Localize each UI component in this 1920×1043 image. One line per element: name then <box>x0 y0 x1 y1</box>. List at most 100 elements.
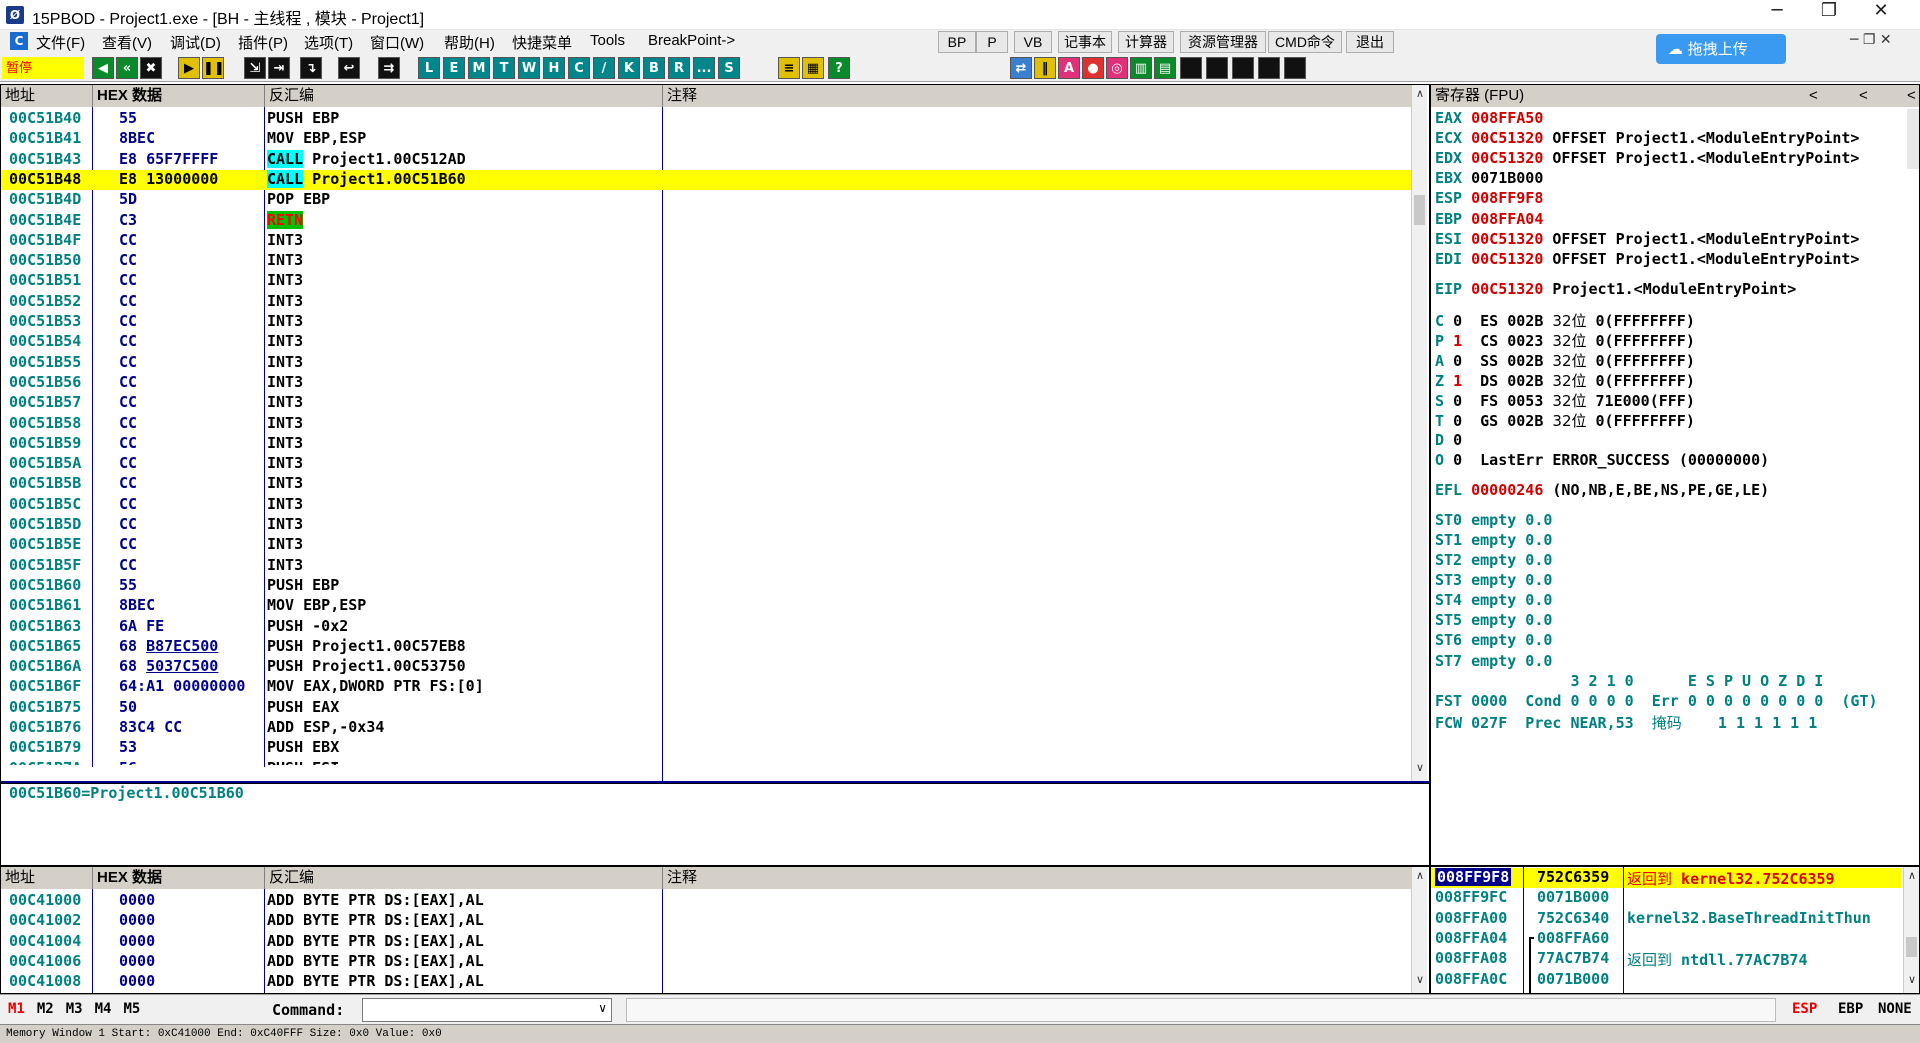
disasm-row[interactable]: 00C51B5A CC INT3 <box>1 454 1411 474</box>
open-icon[interactable]: ◀ <box>92 57 114 79</box>
disasm-row[interactable]: 00C51B75 50 PUSH EAX <box>1 698 1411 718</box>
record-icon[interactable]: ● <box>1082 57 1104 79</box>
execute-till-return-icon[interactable]: ↩ <box>338 57 360 79</box>
references-window-icon[interactable]: R <box>668 57 690 79</box>
disasm-row[interactable]: 00C51B7A 56 PUSH ESI <box>1 759 1411 765</box>
flag-value[interactable]: 1 <box>1453 332 1462 350</box>
p-button[interactable]: P <box>976 31 1008 53</box>
stack-row[interactable]: 008FFA00 752C6340 kernel32.BaseThreadInitT… <box>1431 909 1901 929</box>
stack-row[interactable]: 008FFA0C 0071B000 <box>1431 970 1901 990</box>
register-value[interactable]: 00C51320 <box>1471 230 1543 248</box>
register-line[interactable]: ST6 empty 0.0 <box>1435 631 1552 651</box>
plugin1-icon[interactable]: ▥ <box>1130 57 1152 79</box>
exit-button[interactable]: 退出 <box>1346 31 1394 53</box>
bars-icon[interactable]: ‖ <box>1034 57 1056 79</box>
none-toggle[interactable]: NONE <box>1878 1001 1912 1017</box>
menu-options[interactable]: 选项(T) <box>302 32 355 53</box>
stack-scroll-up-icon[interactable]: ∧ <box>1904 869 1920 885</box>
bp-button[interactable]: BP <box>938 31 976 53</box>
menu-shortcuts[interactable]: 快捷菜单 <box>510 32 574 53</box>
disasm-row[interactable]: 00C51B5C CC INT3 <box>1 495 1411 515</box>
col-comment[interactable]: 注释 <box>663 85 1411 107</box>
scroll-down-icon[interactable]: ∨ <box>1412 761 1428 777</box>
disasm-row[interactable]: 00C51B57 CC INT3 <box>1 393 1411 413</box>
stack-row[interactable]: 008FF9FC 0071B000 <box>1431 888 1901 908</box>
register-line[interactable]: ST5 empty 0.0 <box>1435 611 1552 631</box>
register-line[interactable]: S 0 FS 0053 32位 71E000(FFF) <box>1435 390 1695 410</box>
register-line[interactable]: P 1 CS 0023 32位 0(FFFFFFFF) <box>1435 330 1695 350</box>
stack-scroll-down-icon[interactable]: ∨ <box>1904 973 1920 989</box>
disasm-row[interactable]: 00C51B79 53 PUSH EBX <box>1 738 1411 758</box>
disasm-row[interactable]: 00C51B40 55 PUSH EBP <box>1 109 1411 129</box>
dump-rows[interactable]: 00C41000 0000 ADD BYTE PTR DS:[EAX],AL 00C4… <box>1 891 1411 993</box>
memory-tab[interactable]: M4 <box>95 1001 112 1017</box>
disasm-row[interactable]: 00C51B6F 64:A1 00000000 MOV EAX,DWORD PTR … <box>1 677 1411 697</box>
step-over-icon[interactable]: ⇥ <box>268 57 290 79</box>
grid-icon[interactable]: ▦ <box>802 57 824 79</box>
menu-help[interactable]: 帮助(H) <box>442 32 497 53</box>
scroll-up-icon[interactable]: ∧ <box>1412 87 1428 103</box>
close-file-icon[interactable]: ✖ <box>140 57 162 79</box>
windows-window-icon[interactable]: W <box>518 57 540 79</box>
register-line[interactable]: ST4 empty 0.0 <box>1435 591 1552 611</box>
register-line[interactable]: A 0 SS 002B 32位 0(FFFFFFFF) <box>1435 350 1695 370</box>
dump-scroll-down-icon[interactable]: ∨ <box>1412 973 1428 989</box>
register-line[interactable]: EAX 008FFA50 <box>1435 109 1552 129</box>
upload-button[interactable]: ☁ 拖拽上传 <box>1656 34 1786 64</box>
list-icon[interactable]: ≡ <box>778 57 800 79</box>
callstack-window-icon[interactable]: K <box>618 57 640 79</box>
disasm-row[interactable]: 00C51B55 CC INT3 <box>1 353 1411 373</box>
memory-window-icon[interactable]: M <box>468 57 490 79</box>
memory-tab[interactable]: M1 <box>8 1001 25 1017</box>
disasm-row[interactable]: 00C51B52 CC INT3 <box>1 292 1411 312</box>
menu-plugins[interactable]: 插件(P) <box>236 32 290 53</box>
register-line[interactable]: ST7 empty 0.0 <box>1435 652 1552 672</box>
register-value[interactable]: 008FFA04 <box>1471 210 1543 228</box>
register-line[interactable]: Z 1 DS 002B 32位 0(FFFFFFFF) <box>1435 370 1695 390</box>
disasm-scrollbar[interactable]: ∧ ∨ <box>1411 85 1427 783</box>
trace-into-icon[interactable]: ↴ <box>300 57 322 79</box>
menu-tools[interactable]: Tools <box>588 32 627 49</box>
mdi-controls[interactable]: ─ ❐ ✕ <box>1850 32 1892 48</box>
handles-window-icon[interactable]: H <box>543 57 565 79</box>
register-line[interactable]: EDX 00C51320 OFFSET Project1.<ModuleEntr… <box>1435 149 1859 169</box>
plugin2-icon[interactable]: ▤ <box>1154 57 1176 79</box>
register-value[interactable]: 00C51320 <box>1471 250 1543 268</box>
flag-value[interactable]: 1 <box>1453 372 1462 390</box>
dump-row[interactable]: 00C41008 0000 ADD BYTE PTR DS:[EAX],AL <box>1 972 1411 992</box>
calculator-button[interactable]: 计算器 <box>1118 31 1174 53</box>
close-button[interactable]: ✕ <box>1858 0 1904 30</box>
disasm-row[interactable]: 00C51B58 CC INT3 <box>1 414 1411 434</box>
disasm-row[interactable]: 00C51B56 CC INT3 <box>1 373 1411 393</box>
target-icon[interactable]: ◎ <box>1106 57 1128 79</box>
register-line[interactable]: EDI 00C51320 OFFSET Project1.<ModuleEntr… <box>1435 250 1859 270</box>
stack-row[interactable]: 008FF9F8 752C6359 返回到 kernel32.752C6359 <box>1431 868 1901 888</box>
col-disasm[interactable]: 反汇编 <box>265 85 663 107</box>
goto-icon[interactable]: ⇉ <box>378 57 400 79</box>
registers-scrollbar[interactable] <box>1907 109 1919 169</box>
memory-tab[interactable]: M3 <box>66 1001 83 1017</box>
reg-nav-1[interactable]: < <box>1809 85 1818 107</box>
stack-scroll-thumb[interactable] <box>1906 937 1917 957</box>
run-icon[interactable]: ▶ <box>178 57 200 79</box>
register-line[interactable]: T 0 GS 002B 32位 0(FFFFFFFF) <box>1435 410 1695 430</box>
memory-tab[interactable]: M2 <box>37 1001 54 1017</box>
menu-breakpoint[interactable]: BreakPoint-> <box>646 32 737 49</box>
black2-icon[interactable] <box>1206 57 1228 79</box>
dump-col-disasm[interactable]: 反汇编 <box>265 867 663 889</box>
flag-value[interactable]: 0 <box>1453 352 1462 370</box>
register-line[interactable]: ECX 00C51320 OFFSET Project1.<ModuleEntr… <box>1435 129 1859 149</box>
disasm-row[interactable]: 00C51B43 E8 65F7FFFF CALL Project1.00C512A… <box>1 149 1411 170</box>
register-value[interactable]: 00C51320 <box>1471 149 1543 167</box>
disasm-row[interactable]: 00C51B41 8BEC MOV EBP,ESP <box>1 129 1411 149</box>
menu-debug[interactable]: 调试(D) <box>168 32 223 53</box>
dump-scrollbar[interactable]: ∧ ∨ <box>1411 867 1427 993</box>
register-line[interactable]: ST2 empty 0.0 <box>1435 551 1552 571</box>
register-line[interactable]: EFL 00000246 (NO,NB,E,BE,NS,PE,GE,LE) <box>1435 481 1769 501</box>
disasm-row[interactable]: 00C51B51 CC INT3 <box>1 271 1411 291</box>
disasm-row[interactable]: 00C51B54 CC INT3 <box>1 332 1411 352</box>
dump-row[interactable]: 00C41002 0000 ADD BYTE PTR DS:[EAX],AL <box>1 911 1411 931</box>
dump-row[interactable]: 00C41000 0000 ADD BYTE PTR DS:[EAX],AL <box>1 891 1411 911</box>
register-line[interactable]: ESI 00C51320 OFFSET Project1.<ModuleEntr… <box>1435 230 1859 250</box>
notepad-button[interactable]: 记事本 <box>1058 31 1112 53</box>
